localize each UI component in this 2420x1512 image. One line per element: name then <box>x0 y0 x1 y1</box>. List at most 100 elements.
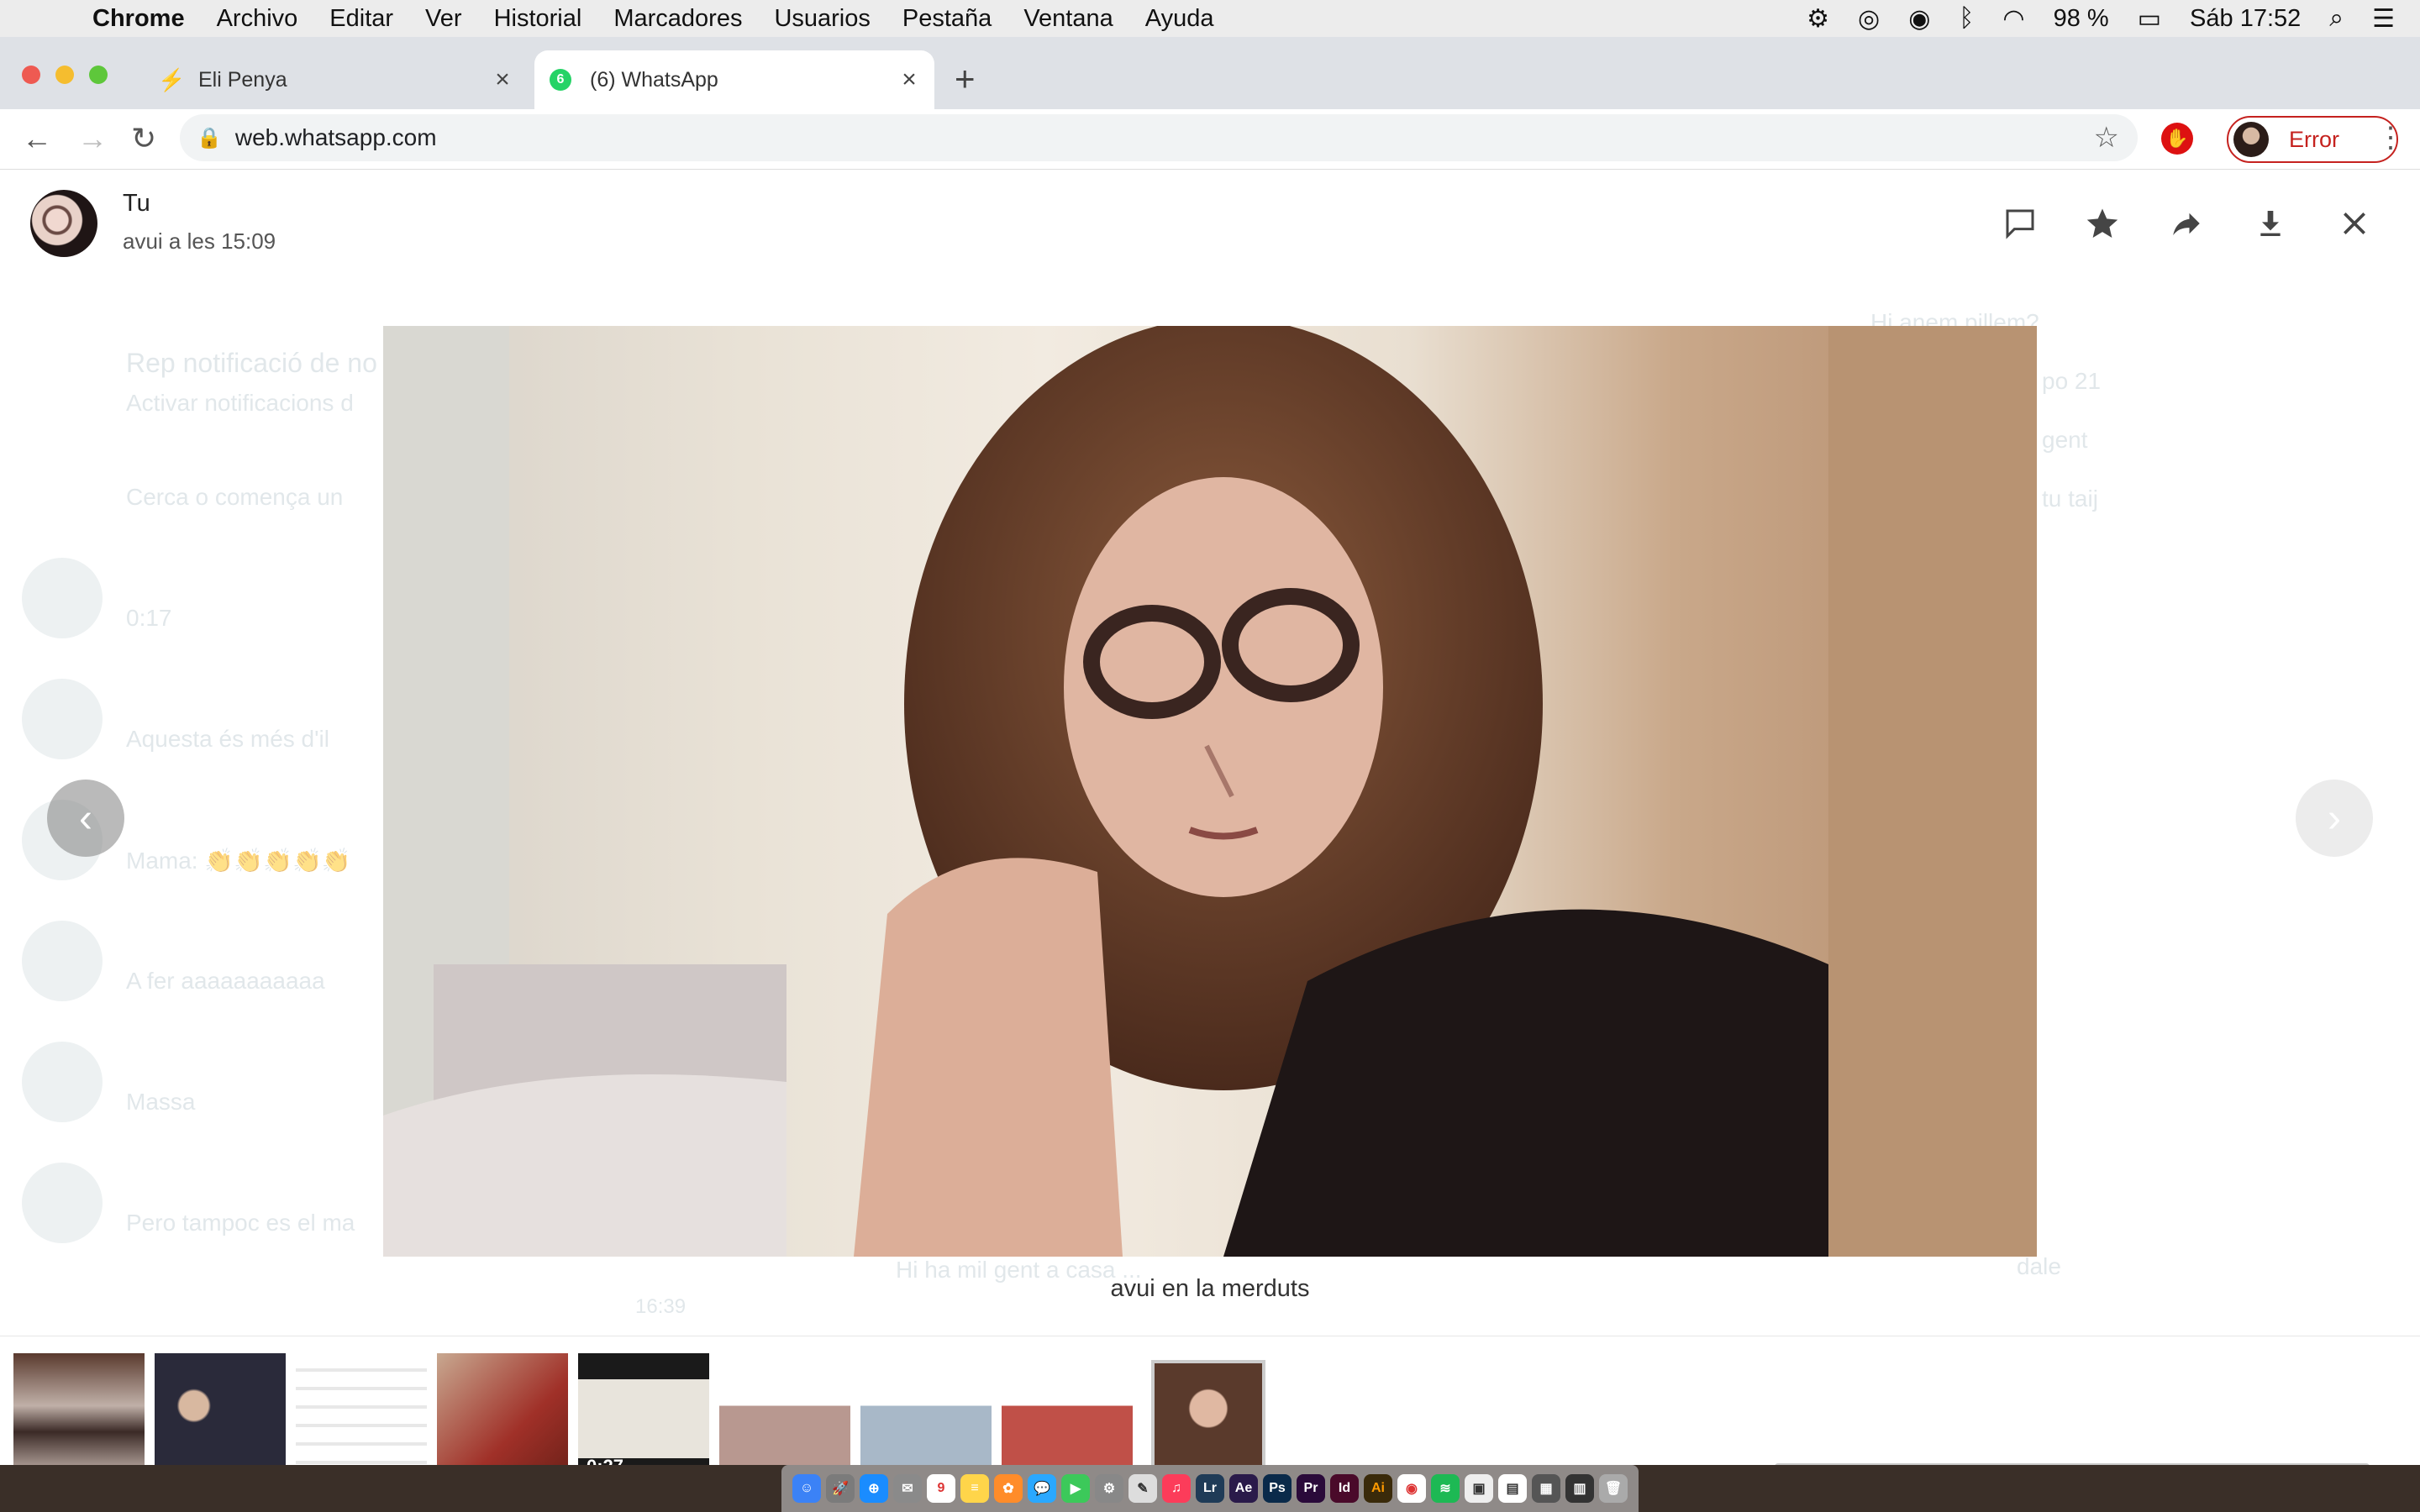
lock-icon[interactable]: 🔒 <box>197 126 222 150</box>
menu-ventana[interactable]: Ventana <box>1023 5 1113 33</box>
downloads-stack-icon[interactable]: ▦ <box>1532 1474 1560 1503</box>
media-thumbnail-strip: 0:27 <box>0 1336 2420 1465</box>
next-media-chevron-icon[interactable]: › <box>2296 780 2373 857</box>
media-thumbnail[interactable] <box>437 1353 568 1465</box>
system-preferences-icon[interactable]: ⚙ <box>1095 1474 1123 1503</box>
trash-icon[interactable]: 🗑 <box>1599 1474 1628 1503</box>
messages-icon[interactable]: 💬 <box>1028 1474 1056 1503</box>
menubar-clock[interactable]: Sáb 17:52 <box>2190 5 2301 33</box>
viewer-header: Tu avui a les 15:09 <box>0 170 2420 270</box>
close-tab-icon[interactable]: × <box>486 66 519 94</box>
menu-marcadores[interactable]: Marcadores <box>613 5 742 33</box>
media-thumbnail[interactable] <box>1002 1353 1133 1465</box>
photoshop-icon[interactable]: Ps <box>1263 1474 1292 1503</box>
star-icon[interactable] <box>2082 203 2123 244</box>
media-thumbnail-selected[interactable] <box>1151 1360 1265 1465</box>
close-icon[interactable] <box>2334 203 2375 244</box>
reload-icon[interactable]: ↻ <box>131 121 156 156</box>
new-tab-icon[interactable]: + <box>955 59 976 99</box>
whatsapp-favicon-icon: 6 <box>550 69 571 91</box>
forward-arrow-icon[interactable]: → <box>77 121 108 156</box>
profile-status-label: Error <box>2289 126 2339 152</box>
battery-icon[interactable]: ▭ <box>2138 4 2161 34</box>
menu-archivo[interactable]: Archivo <box>217 5 298 33</box>
safari-icon[interactable]: ⊕ <box>860 1474 888 1503</box>
illustrator-icon[interactable]: Ai <box>1364 1474 1392 1503</box>
document-icon[interactable]: ▤ <box>1498 1474 1527 1503</box>
previous-media-chevron-icon[interactable]: ‹ <box>47 780 124 857</box>
message-timestamp: avui a les 15:09 <box>123 228 276 254</box>
after-effects-icon[interactable]: Ae <box>1229 1474 1258 1503</box>
media-thumbnail[interactable] <box>719 1353 850 1465</box>
minimize-window-button[interactable] <box>55 66 74 84</box>
tab-title: Eli Penya <box>198 67 287 92</box>
mail-icon[interactable]: ✉ <box>893 1474 922 1503</box>
media-thumbnail[interactable] <box>860 1353 992 1465</box>
bluetooth-icon[interactable]: ᛒ <box>1959 4 1974 33</box>
sender-name: Tu <box>123 190 150 217</box>
media-thumbnail[interactable] <box>155 1353 286 1465</box>
media-thumbnail[interactable] <box>13 1353 145 1465</box>
bg-chat-avatar <box>22 921 103 1001</box>
spotify-icon[interactable]: ≋ <box>1431 1474 1460 1503</box>
download-icon[interactable] <box>2250 203 2291 244</box>
bg-chat-preview: Aquesta és més d'il <box>126 726 329 752</box>
lightroom-icon[interactable]: Lr <box>1196 1474 1224 1503</box>
spotlight-search-icon[interactable]: ⌕ <box>2329 4 2344 33</box>
chrome-menu-icon[interactable]: ⋮ <box>2376 121 2405 155</box>
calendar-icon[interactable]: 9 <box>927 1474 955 1503</box>
reply-icon[interactable] <box>2000 203 2040 244</box>
media-photo[interactable] <box>383 326 2037 1257</box>
close-tab-icon[interactable]: × <box>892 66 926 94</box>
menu-pestana[interactable]: Pestaña <box>902 5 992 33</box>
finder-icon[interactable]: ☺ <box>792 1474 821 1503</box>
notes-icon[interactable]: ≡ <box>960 1474 989 1503</box>
notification-center-icon[interactable]: ☰ <box>2372 4 2395 34</box>
indesign-icon[interactable]: Id <box>1330 1474 1359 1503</box>
media-viewer: Rep notificació de no Activar notificaci… <box>0 170 2420 1465</box>
address-bar[interactable]: 🔒 web.whatsapp.com ☆ <box>180 114 2138 161</box>
textedit-icon[interactable]: ✎ <box>1128 1474 1157 1503</box>
airdrop-icon[interactable]: ◉ <box>1908 4 1930 34</box>
forward-icon[interactable] <box>2166 203 2207 244</box>
battery-percent[interactable]: 98 % <box>2054 5 2109 33</box>
bg-search-placeholder: Cerca o comença un <box>126 484 344 510</box>
music-icon[interactable]: ♫ <box>1162 1474 1191 1503</box>
chrome-icon[interactable]: ◉ <box>1397 1474 1426 1503</box>
back-arrow-icon[interactable]: ← <box>22 121 52 156</box>
creative-cloud-icon[interactable]: ◎ <box>1858 4 1880 34</box>
bookmark-star-icon[interactable]: ☆ <box>2094 121 2119 155</box>
menu-historial[interactable]: Historial <box>494 5 582 33</box>
launchpad-icon[interactable]: 🚀 <box>826 1474 855 1503</box>
menu-app-name[interactable]: Chrome <box>92 5 185 33</box>
facetime-icon[interactable]: ▶ <box>1061 1474 1090 1503</box>
media-thumbnail-video[interactable]: 0:27 <box>578 1353 709 1465</box>
tab-whatsapp[interactable]: 6 (6) WhatsApp × <box>534 50 934 109</box>
close-window-button[interactable] <box>22 66 40 84</box>
media-caption: avui en la merduts <box>1110 1275 1310 1302</box>
screenshots-stack-icon[interactable]: ▥ <box>1565 1474 1594 1503</box>
premiere-icon[interactable]: Pr <box>1297 1474 1325 1503</box>
status-app-icon[interactable]: ⚙ <box>1807 4 1829 34</box>
tab-eli-penya[interactable]: ⚡ Eli Penya × <box>143 50 528 109</box>
url-text[interactable]: web.whatsapp.com <box>235 124 2094 151</box>
menu-ayuda[interactable]: Ayuda <box>1145 5 1214 33</box>
media-thumbnail[interactable] <box>296 1353 427 1465</box>
tab-strip: ⚡ Eli Penya × 6 (6) WhatsApp × + <box>0 37 2420 109</box>
profile-button[interactable]: Error <box>2227 116 2398 163</box>
photos-icon[interactable]: ✿ <box>994 1474 1023 1503</box>
menu-editar[interactable]: Editar <box>329 5 393 33</box>
menu-ver[interactable]: Ver <box>425 5 462 33</box>
horizontal-scrollbar[interactable] <box>1775 1463 2370 1465</box>
bg-notification-sub: Activar notificacions d <box>126 390 354 416</box>
macos-dock: ☺ 🚀 ⊕ ✉ 9 ≡ ✿ 💬 ▶ ⚙ ✎ ♫ Lr Ae Ps Pr Id A… <box>781 1465 1639 1512</box>
preview-icon[interactable]: ▣ <box>1465 1474 1493 1503</box>
wifi-icon[interactable]: ◠ <box>2002 4 2024 34</box>
adblock-extension-icon[interactable]: ✋ <box>2161 123 2193 155</box>
bg-message: gent <box>2042 427 2088 453</box>
tab-title: (6) WhatsApp <box>590 67 718 92</box>
maximize-window-button[interactable] <box>89 66 108 84</box>
sender-avatar[interactable] <box>30 190 97 257</box>
menu-usuarios[interactable]: Usuarios <box>774 5 870 33</box>
bg-chat-avatar <box>22 679 103 759</box>
